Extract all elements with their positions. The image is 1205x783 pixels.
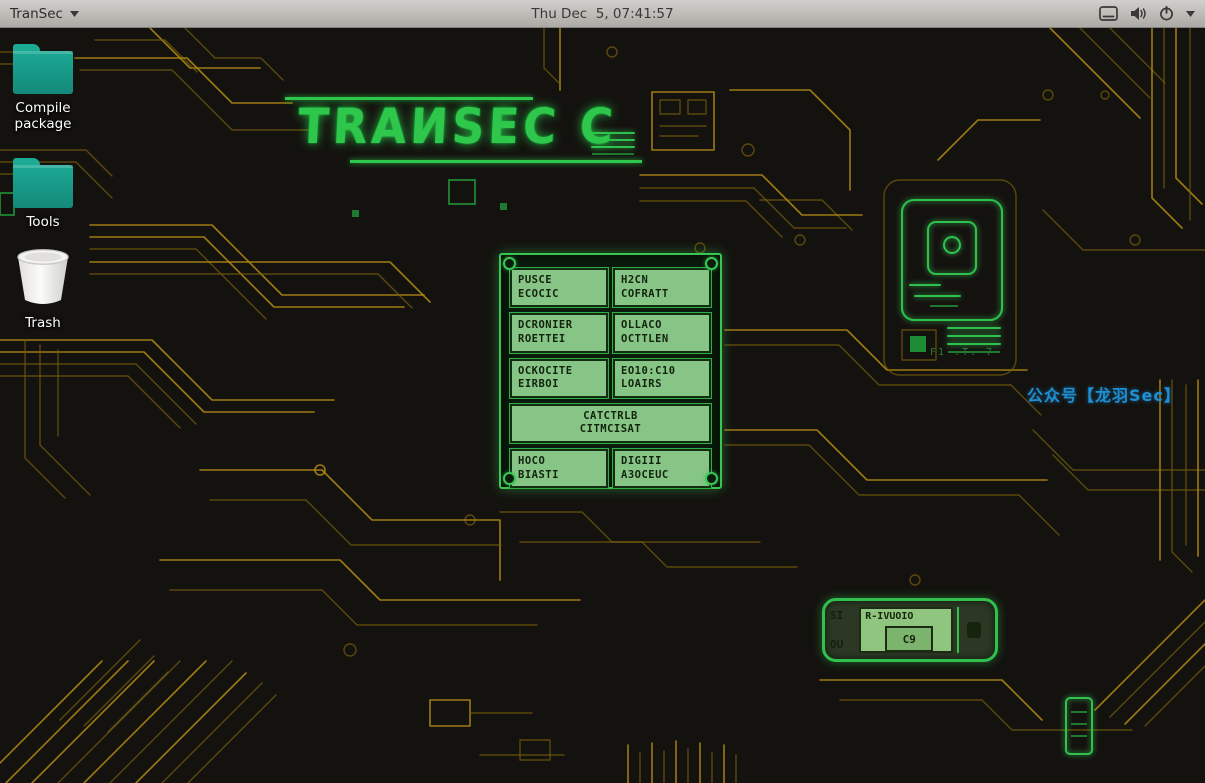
panel-cell: DCRONIER ROETTEI [510,313,608,352]
panel-cell: H2CN COFRATT [613,268,711,307]
panel-cell: PUSCE ECOCIC [510,268,608,307]
wallpaper-chip-module: SI OU R-IVUOIO C9 [822,598,998,662]
desktop-icon-compile-package[interactable]: Compile package [2,42,84,133]
chip-side-top: SI [830,609,855,622]
panel-corner-ring [503,257,516,270]
folder-icon [13,51,73,94]
panel-cell: HOCO BIASTI [510,449,608,488]
chip-body: R-IVUOIO C9 [859,607,953,653]
folder-icon [13,165,73,208]
chip-port [957,607,990,653]
chip-side-labels: SI OU [830,609,855,651]
caret-down-icon[interactable] [1186,11,1195,17]
desktop-icon-label: Trash [25,316,61,332]
panel-row: PUSCE ECOCIC H2CN COFRATT [510,268,711,307]
wallpaper-control-panel: PUSCE ECOCIC H2CN COFRATT DCRONIER ROETT… [499,253,722,489]
panel-cell: EO10:C10 LOAIRS [613,359,711,398]
chip-inner-box: C9 [885,626,933,652]
desktop-icon-tools[interactable]: Tools [2,156,84,231]
keyboard-indicator-icon[interactable] [1099,6,1118,21]
clock[interactable]: Thu Dec 5, 07:41:57 [0,6,1205,22]
system-tray [1099,6,1205,21]
wallpaper-logo: TRAИSEC C [296,99,659,159]
green-chip-square [910,336,926,352]
panel-row: OCKOCITE EIRBOI EO10:C10 LOAIRS [510,359,711,398]
chip-port-icon [967,622,981,638]
trash-icon [11,247,75,309]
panel-cell: OLLACO OCTTLEN [613,313,711,352]
desktop-icon-label: Compile package [2,101,84,133]
desktop-icon-label: Tools [26,215,59,231]
panel-cell: DIGIII A3OCEUC [613,449,711,488]
gold-bundle-bottom-center [628,741,736,783]
panel-corner-ring [503,472,516,485]
panel-row: CATCTRLB CITMCISAT [510,404,711,443]
wallpaper-watermark: 公众号【龙羽Sec】 [1027,382,1205,406]
panel-corner-ring [705,472,718,485]
green-dot [352,210,359,217]
top-panel: TranSec Thu Dec 5, 07:41:57 [0,0,1205,28]
volume-icon[interactable] [1130,6,1147,21]
desktop-icon-trash[interactable]: Trash [2,247,84,332]
green-dot [500,203,507,210]
panel-row: DCRONIER ROETTEI OLLACO OCTTLEN [510,313,711,352]
logo-line-bottom [350,160,642,163]
panel-cell: CATCTRLB CITMCISAT [510,404,711,443]
panel-corner-ring [705,257,718,270]
chip-side-bottom: OU [830,638,855,651]
desktop: F1 .T. 7 TRAИSEC C 公众号【龙羽Sec】 PUSCE ECOC… [0,0,1205,783]
panel-cell: OCKOCITE EIRBOI [510,359,608,398]
chip-label: R-IVUOIO [865,611,913,622]
gold-hatch-bottom-left [0,640,276,783]
power-icon[interactable] [1159,6,1174,21]
panel-row: HOCO BIASTI DIGIII A3OCEUC [510,449,711,488]
